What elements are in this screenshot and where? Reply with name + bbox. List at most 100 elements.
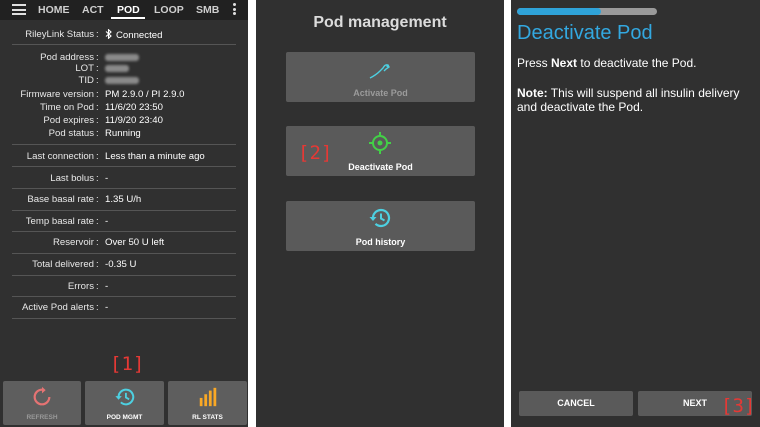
divider [12,44,236,45]
separator: : [96,63,99,74]
pod-overview-screen: HOME ACT POD LOOP SMB RileyLink Status :… [0,0,248,427]
overflow-menu-icon[interactable] [233,3,237,17]
tab-act[interactable]: ACT [82,4,104,16]
status-label: Last bolus [50,173,94,184]
status-label: Pod expires [43,115,94,126]
button-label: RL STATS [192,414,223,421]
crosshair-icon [369,132,391,154]
status-label: Base basal rate [27,194,94,205]
note-text: Note: This will suspend all insulin deli… [517,86,757,114]
divider [12,253,236,254]
instruction-part: Press [517,56,552,70]
note-body: This will suspend all insulin delivery a… [517,86,740,114]
redacted-value [105,63,129,75]
separator: : [96,89,99,100]
status-value: Less than a minute ago [105,151,205,162]
status-value: - [105,302,109,313]
button-label: Activate Pod [353,88,408,98]
app-bar: HOME ACT POD LOOP SMB [0,0,248,20]
status-label: Time on Pod [39,102,94,113]
tab-loop[interactable]: LOOP [154,4,184,16]
pod-mgmt-button[interactable]: POD MGMT [85,381,164,425]
separator: : [96,302,99,313]
wizard-progress-bar [517,8,657,15]
pod-icon [369,64,390,79]
status-value: - [105,216,109,227]
button-label: REFRESH [26,414,58,421]
status-label: Last connection [26,151,94,162]
status-value: PM 2.9.0 / PI 2.9.0 [105,89,185,100]
pod-management-screen: Pod management Activate Pod Deactivate P… [256,0,504,427]
status-label: LOT [75,63,94,74]
divider [12,296,236,297]
status-value: 1.35 U/h [105,194,142,205]
tab-smb[interactable]: SMB [196,4,219,16]
status-label: Total delivered [32,259,94,270]
status-label: RileyLink Status [25,29,94,40]
status-value: Running [105,128,141,139]
status-value: -0.35 U [105,259,137,270]
bar-chart-icon [199,387,216,407]
separator: : [96,128,99,139]
status-label: Reservoir [52,237,94,248]
pod-history-button[interactable]: Pod history [286,201,475,251]
button-label: Pod history [355,237,406,247]
refresh-icon [33,386,51,406]
status-value: Connected [116,30,163,41]
rileylink-status-value: Connected [105,28,163,42]
active-tab-indicator [111,17,145,19]
status-label: TID [78,75,94,86]
separator: : [96,216,99,227]
separator: : [96,237,99,248]
separator: : [96,281,99,292]
separator: : [96,259,99,270]
status-label: Pod status [48,128,94,139]
separator: : [96,151,99,162]
status-value: Over 50 U left [105,237,165,248]
status-value: - [105,173,109,184]
button-label: POD MGMT [106,414,143,421]
status-value: 11/6/20 23:50 [105,102,163,113]
status-label: Firmware version [20,89,94,100]
separator: : [96,115,99,126]
tab-home[interactable]: HOME [38,4,70,16]
divider [12,188,236,189]
separator: : [96,75,99,86]
redacted-value [105,75,139,87]
separator: : [96,29,99,40]
separator: : [96,102,99,113]
rl-stats-button[interactable]: RL STATS [168,381,247,425]
activate-pod-button[interactable]: Activate Pod [286,52,475,102]
annotation-label: [1] [110,353,145,375]
divider [12,210,236,211]
progress-fill [517,8,601,15]
status-label: Temp basal rate [25,216,94,227]
divider [12,231,236,232]
refresh-button[interactable]: REFRESH [3,381,81,425]
deactivate-pod-wizard: Deactivate Pod Press Next to deactivate … [511,0,760,427]
annotation-label: [2] [298,142,333,164]
instruction-text: Press Next to deactivate the Pod. [517,56,757,70]
separator: : [96,194,99,205]
instruction-part: to deactivate the Pod. [577,56,697,70]
bluetooth-icon [105,28,112,40]
page-title: Pod management [313,14,447,31]
note-label: Note: [517,86,548,100]
divider [12,166,236,167]
history-icon [369,208,391,228]
status-label: Errors [67,281,94,292]
menu-icon[interactable] [12,4,26,15]
page-title: Deactivate Pod [517,22,653,44]
instruction-emphasis: Next [551,56,578,70]
divider [12,275,236,276]
divider [12,144,236,145]
tab-pod[interactable]: POD [117,4,140,16]
annotation-label: [3] [721,395,756,417]
cancel-button[interactable]: CANCEL [519,391,633,416]
history-icon [114,388,134,406]
separator: : [96,173,99,184]
status-label: Active Pod alerts [22,302,94,313]
bottom-action-bar: REFRESH POD MGMT RL STATS [0,378,248,427]
status-value: - [105,281,109,292]
divider [12,318,236,319]
